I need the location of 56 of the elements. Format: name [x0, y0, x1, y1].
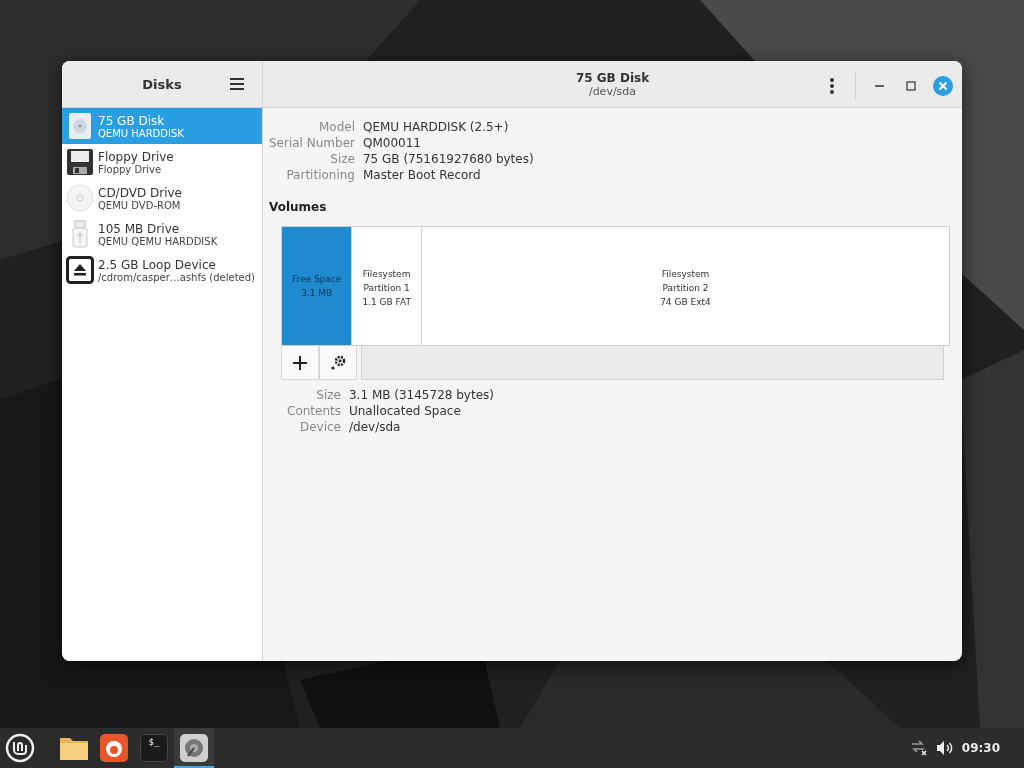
add-partition-button[interactable]	[281, 346, 319, 380]
disk-property-label: Serial Number	[269, 136, 355, 150]
close-button[interactable]	[932, 75, 954, 97]
sidebar-title: Disks	[142, 76, 182, 92]
disk-detail: QEMU HARDDISK	[98, 127, 184, 139]
eject-icon	[66, 256, 94, 284]
disk-property-value: 75 GB (75161927680 bytes)	[363, 152, 535, 166]
disk-subtitle: /dev/sda	[588, 84, 637, 98]
minimize-icon	[874, 85, 884, 87]
partition-segment[interactable]: Filesystem Partition 1 1.1 GB FAT	[352, 227, 422, 345]
taskbar-app-button[interactable]: $_	[134, 728, 174, 768]
disk-property-value: QM00011	[363, 136, 422, 150]
volume-property-value: /dev/sda	[349, 420, 402, 434]
volume-property-label: Contents	[287, 404, 341, 418]
disk-property-label: Size	[329, 152, 355, 166]
mint-logo-icon	[5, 733, 35, 763]
disk-utility-icon	[180, 734, 208, 762]
disk-detail: /cdrom/casper…ashfs (deleted)	[98, 271, 256, 283]
disk-list-item[interactable]: Floppy Drive Floppy Drive	[62, 144, 262, 180]
disk-property-value: Master Boot Record	[363, 168, 482, 182]
disk-detail: QEMU QEMU HARDDISK	[98, 235, 218, 247]
volume-property-label: Size	[315, 388, 341, 402]
disk-name: 2.5 GB Loop Device	[98, 257, 217, 272]
disk-property-label: Partitioning	[285, 168, 355, 182]
disk-property-value: QEMU HARDDISK (2.5+)	[363, 120, 510, 134]
disk-list-item[interactable]: 2.5 GB Loop Device /cdrom/casper…ashfs (deleted)	[62, 252, 262, 288]
volume-property-label: Device	[298, 420, 341, 434]
disk-name: CD/DVD Drive	[98, 185, 182, 200]
folder-icon	[59, 735, 89, 761]
more-icon	[830, 78, 834, 94]
volume-property-value: 3.1 MB (3145728 bytes)	[349, 388, 495, 402]
partition-segment[interactable]: Filesystem Partition 2 74 GB Ext4	[421, 227, 949, 345]
network-disconnected-icon[interactable]	[909, 740, 928, 756]
optical-disc-icon	[66, 184, 94, 212]
volume-icon[interactable]	[935, 740, 954, 756]
disk-detail: QEMU DVD-ROM	[98, 199, 182, 211]
close-icon	[933, 76, 953, 96]
clock[interactable]: 09:30	[961, 741, 1000, 755]
settings-icon	[330, 354, 346, 371]
disk-list-item[interactable]: 105 MB Drive QEMU QEMU HARDDISK	[62, 216, 262, 252]
disk-name: 105 MB Drive	[98, 221, 181, 236]
partition-options-button[interactable]	[319, 346, 357, 380]
disk-list-item[interactable]: CD/DVD Drive QEMU DVD-ROM	[62, 180, 262, 216]
disk-detail: Floppy Drive	[98, 163, 163, 175]
volumes-heading: Volumes	[269, 200, 328, 214]
menu-icon	[228, 75, 246, 93]
plus-icon	[292, 354, 308, 371]
volume-property-value: Unallocated Space	[349, 404, 462, 418]
maximize-icon	[906, 81, 916, 91]
disk-name: Floppy Drive	[98, 149, 174, 164]
terminal-icon: $_	[140, 734, 168, 762]
disk-title: 75 GB Disk	[575, 70, 650, 85]
disk-property-label: Model	[317, 120, 355, 134]
taskbar-app-button[interactable]	[174, 728, 214, 768]
disk-name: 75 GB Disk	[98, 113, 166, 128]
menu-button[interactable]	[228, 75, 246, 93]
